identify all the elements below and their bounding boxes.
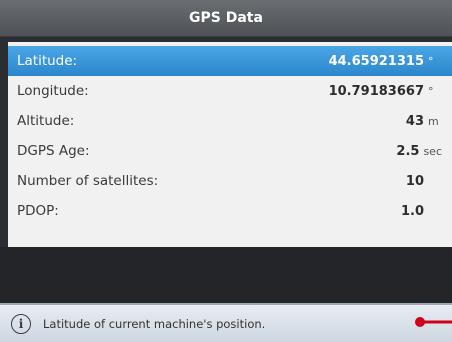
list-item-latitude[interactable]: Latitude: 44.65921315 ° [8, 46, 452, 76]
page-title: GPS Data [0, 0, 452, 37]
dgps-age-label: DGPS Age: [17, 143, 90, 159]
satellites-value: 10 [405, 173, 424, 189]
page-title-text: GPS Data [189, 10, 263, 26]
altitude-unit: m [428, 114, 439, 128]
longitude-value: 10.79183667 [328, 83, 424, 99]
latitude-label: Latitude: [17, 53, 78, 69]
list-item-altitude[interactable]: Altitude: 43 m [8, 106, 452, 136]
pdop-label: PDOP: [17, 203, 59, 219]
callout-pointer [415, 317, 452, 327]
pdop-value: 1.0 [400, 203, 424, 219]
latitude-value: 44.65921315 [328, 53, 424, 69]
status-text: Latitude of current machine's position. [43, 316, 266, 331]
altitude-value: 43 [405, 113, 424, 129]
longitude-unit: ° [428, 84, 434, 98]
empty-area [0, 247, 452, 303]
dgps-age-value: 2.5 [396, 143, 420, 159]
gps-data-list: Latitude: 44.65921315 ° Longitude: 10.79… [8, 42, 452, 247]
altitude-label: Altitude: [17, 113, 75, 129]
list-item-pdop[interactable]: PDOP: 1.0 [8, 196, 452, 226]
dgps-age-unit: sec [423, 144, 442, 158]
satellites-label: Number of satellites: [17, 173, 159, 189]
list-item-longitude[interactable]: Longitude: 10.79183667 ° [8, 76, 452, 106]
gps-data-screen: GPS Data Latitude: 44.65921315 ° Longitu… [0, 0, 452, 342]
gps-data-panel: Latitude: 44.65921315 ° Longitude: 10.79… [0, 37, 452, 247]
latitude-unit: ° [428, 54, 434, 68]
info-icon: i [11, 313, 31, 334]
callout-pointer-dot [415, 317, 425, 327]
longitude-label: Longitude: [17, 83, 89, 99]
status-bar: i Latitude of current machine's position… [0, 303, 452, 342]
list-item-satellites[interactable]: Number of satellites: 10 [8, 166, 452, 196]
list-item-dgps-age[interactable]: DGPS Age: 2.5 sec [8, 136, 452, 166]
